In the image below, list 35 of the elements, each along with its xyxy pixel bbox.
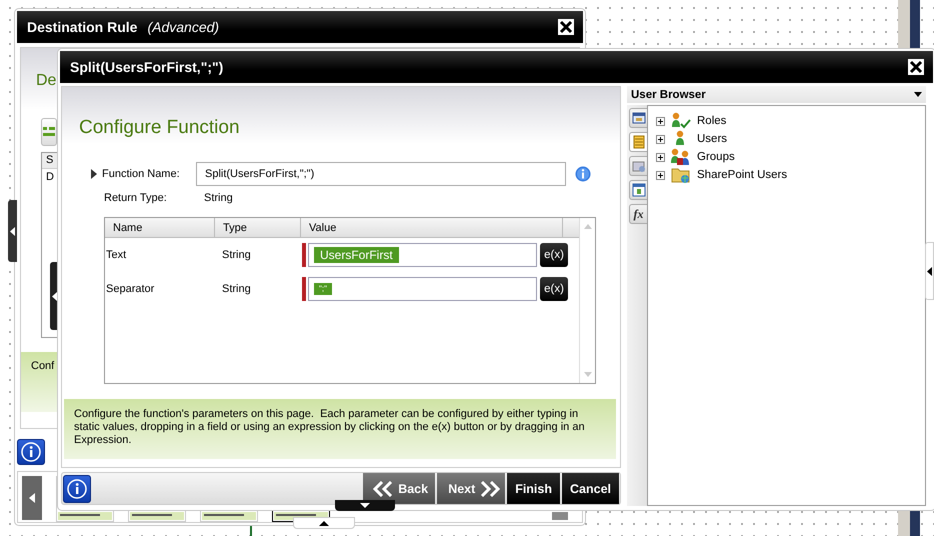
field-value: String (204, 192, 233, 204)
column-header: S (46, 154, 54, 166)
value-field[interactable]: UsersForFirst (308, 243, 537, 267)
help-text: Configure the function's parameters on this page. Each parameter can be configured by either typing in static values, dropping in a field or using an expression by clicking on the e(x) button or by dragging in an Expression. (64, 399, 616, 459)
plain-button[interactable]: Cancel (562, 473, 619, 504)
column-header: Type (215, 218, 301, 237)
table-cell-text: String (221, 283, 252, 295)
input-field[interactable]: Split(UsersForFirst,";") (196, 162, 566, 186)
table-cell-text: String (221, 249, 252, 261)
panel-title: User Browser (631, 88, 706, 100)
dialog-title: Split(UsersForFirst,";") (70, 59, 224, 75)
page-heading: De (36, 72, 56, 89)
table-cell: D (46, 171, 54, 183)
panel-tab[interactable]: fx (629, 204, 647, 224)
help-text: Conf (31, 360, 54, 372)
column-header: Name (105, 218, 215, 237)
fx-label: fx (634, 206, 644, 222)
window-subtitle: (Advanced) (147, 19, 220, 35)
table-cell-text: Separator (105, 283, 156, 295)
column-header: Value (301, 218, 563, 237)
table-cell-text: Text (105, 249, 128, 261)
page-heading: Configure Function (79, 117, 240, 138)
tree-item[interactable]: Roles (697, 115, 726, 127)
field-token[interactable]: UsersForFirst (314, 247, 399, 263)
field-label: Function Name: (101, 168, 181, 180)
field-label: Return Type: (104, 192, 168, 204)
expression-button[interactable]: e(x) (540, 277, 568, 301)
tree-item[interactable]: Users (697, 133, 728, 145)
tree-item[interactable]: Groups (697, 151, 735, 163)
field-token[interactable]: ";" (314, 283, 332, 295)
tree-item[interactable]: SharePoint Users (697, 169, 788, 181)
expression-button[interactable]: e(x) (540, 243, 568, 267)
window-title: Destination Rule (27, 19, 138, 35)
value-field[interactable]: ";" (308, 277, 537, 301)
plain-button[interactable]: Finish (507, 473, 560, 504)
